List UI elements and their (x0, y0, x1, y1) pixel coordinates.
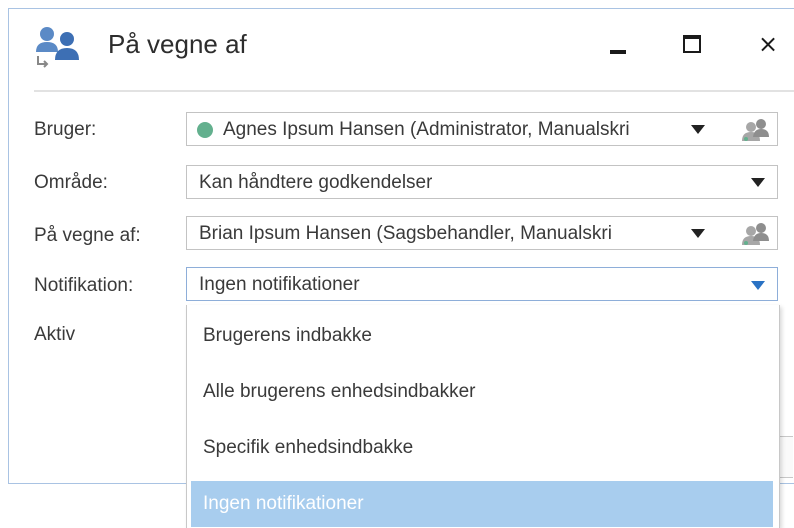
obscured-button[interactable] (778, 436, 793, 478)
user-status-indicator (197, 122, 213, 138)
chevron-down-icon[interactable] (751, 178, 765, 187)
window-border-bottom-right (778, 483, 794, 484)
user-value: Agnes Ipsum Hansen (Administrator, Manua… (223, 119, 630, 140)
area-value: Kan håndtere godkendelser (199, 172, 433, 193)
list-item[interactable]: Brugerens indbakke (187, 313, 777, 359)
close-icon: × (757, 30, 779, 58)
maximize-button[interactable] (676, 28, 708, 60)
minimize-icon (610, 50, 626, 54)
notification-value: Ingen notifikationer (199, 274, 360, 295)
on-behalf-select[interactable]: Brian Ipsum Hansen (Sagsbehandler, Manua… (186, 216, 778, 250)
window-border-top (8, 8, 794, 9)
chevron-down-icon[interactable] (691, 125, 705, 134)
user-label: Bruger: (34, 119, 97, 140)
notification-select[interactable]: Ingen notifikationer (186, 267, 778, 301)
on-behalf-label: På vegne af: (34, 225, 141, 246)
minimize-button[interactable] (602, 28, 634, 60)
chevron-down-icon[interactable] (751, 281, 765, 290)
on-behalf-value: Brian Ipsum Hansen (Sagsbehandler, Manua… (199, 223, 612, 244)
user-picker-icon[interactable] (739, 222, 773, 246)
maximize-icon (683, 35, 701, 53)
notification-dropdown-list: Brugerens indbakke Alle brugerens enheds… (186, 305, 780, 528)
list-item-selected[interactable]: Ingen notifikationer (191, 481, 773, 527)
user-picker-icon[interactable] (739, 118, 773, 142)
title-divider (34, 90, 794, 92)
area-select[interactable]: Kan håndtere godkendelser (186, 165, 778, 199)
user-select[interactable]: Agnes Ipsum Hansen (Administrator, Manua… (186, 112, 778, 146)
window-border-bottom (8, 483, 188, 484)
area-label: Område: (34, 172, 108, 193)
chevron-down-icon[interactable] (691, 229, 705, 238)
users-delegate-icon (36, 27, 79, 68)
active-label: Aktiv (34, 324, 76, 345)
list-item[interactable]: Specifik enhedsindbakke (187, 425, 777, 471)
close-button[interactable]: × (752, 28, 784, 60)
window-title: På vegne af (108, 29, 247, 59)
notification-label: Notifikation: (34, 275, 134, 296)
list-item[interactable]: Alle brugerens enhedsindbakker (187, 369, 777, 415)
window-border-left (8, 8, 9, 484)
